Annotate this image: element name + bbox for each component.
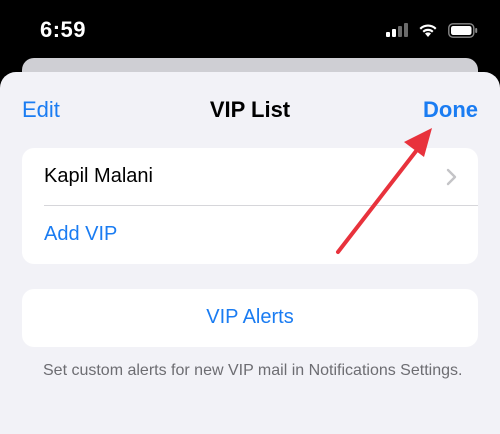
battery-icon xyxy=(448,22,478,38)
vip-list-group: Kapil Malani Add VIP xyxy=(22,148,478,264)
done-button[interactable]: Done xyxy=(423,97,478,123)
vip-contact-name: Kapil Malani xyxy=(44,165,153,187)
vip-contact-row[interactable]: Kapil Malani xyxy=(22,148,478,206)
chevron-right-icon xyxy=(446,168,457,186)
add-vip-label: Add VIP xyxy=(44,223,118,245)
vip-alerts-button[interactable]: VIP Alerts xyxy=(22,289,478,347)
wifi-icon xyxy=(419,23,437,37)
status-bar: 6:59 xyxy=(0,0,500,60)
vip-list-sheet: Edit VIP List Done Kapil Malani Add VIP … xyxy=(0,72,500,434)
add-vip-button[interactable]: Add VIP xyxy=(22,206,478,264)
cellular-signal-icon xyxy=(386,23,408,37)
navigation-bar: Edit VIP List Done xyxy=(0,72,500,144)
status-time: 6:59 xyxy=(40,17,87,42)
status-icons xyxy=(386,20,478,40)
vip-alerts-note: Set custom alerts for new VIP mail in No… xyxy=(43,362,463,379)
vip-alerts-label: VIP Alerts xyxy=(206,306,294,328)
screen: 6:59 Edit VIP List Done Kapil Malani Add… xyxy=(0,0,500,434)
